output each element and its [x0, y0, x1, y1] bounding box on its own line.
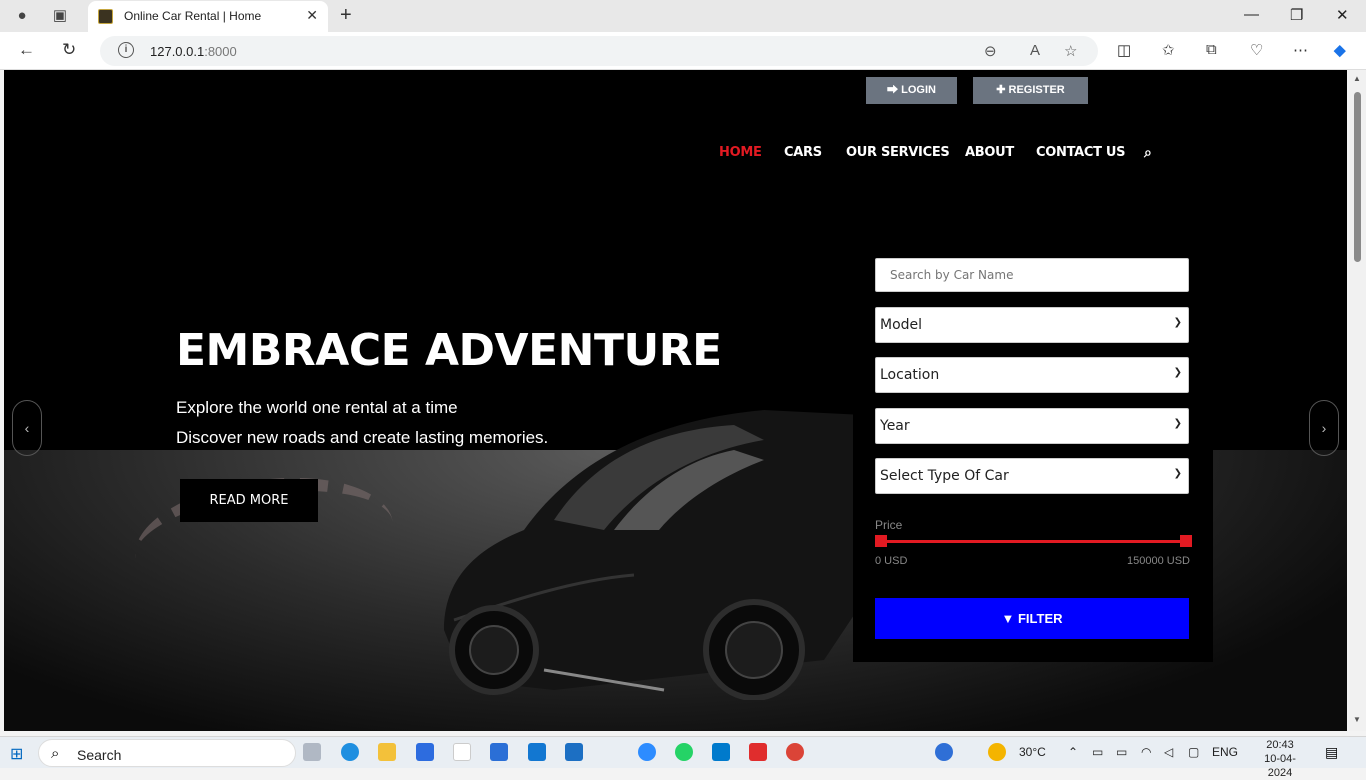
display-icon[interactable]: ▢ [1188, 745, 1199, 759]
collections-icon[interactable]: ⧉ [1206, 41, 1217, 58]
notifications-icon[interactable]: ▤ [1325, 744, 1338, 761]
volume-icon[interactable]: ◁ [1164, 745, 1173, 759]
minimize-icon[interactable]: — [1244, 6, 1259, 23]
close-tab-icon[interactable]: ✕ [306, 7, 318, 24]
windows-start-icon[interactable]: ⊞ [10, 744, 23, 764]
site-favicon-icon [98, 9, 113, 24]
chevron-up-icon[interactable]: ⌃ [1068, 745, 1078, 759]
notepad-icon[interactable] [453, 743, 471, 761]
windows-taskbar: ⊞ ⌕ Search 30°C ⌃ ▭ ▭ ◠ ◁ ▢ ENG 20:43 10… [0, 736, 1366, 779]
scrollbar-thumb[interactable] [1354, 92, 1361, 262]
dropbox-icon[interactable] [490, 743, 508, 761]
tab-title: Online Car Rental | Home [124, 9, 262, 23]
search-icon[interactable]: ⌕ [1144, 145, 1152, 161]
wifi-icon[interactable]: ◠ [1141, 745, 1151, 759]
browser-tab-bar: ● ▣ Online Car Rental | Home ✕ + — ❐ ✕ [0, 0, 1366, 32]
nav-our-services[interactable]: OUR SERVICES [846, 145, 950, 160]
help-icon[interactable] [935, 743, 953, 761]
hero-tagline-2: Discover new roads and create lasting me… [176, 428, 549, 447]
location-select[interactable]: Location ❯ [875, 357, 1189, 393]
favorite-star-icon[interactable]: ☆ [1064, 42, 1077, 60]
back-icon[interactable]: ← [18, 40, 35, 60]
filter-button[interactable]: ▼ FILTER [875, 598, 1189, 639]
login-button[interactable]: ⮕ LOGIN [866, 77, 957, 104]
zoom-app-icon[interactable] [638, 743, 656, 761]
profile-icon[interactable]: ● [12, 6, 32, 26]
new-tab-button[interactable]: + [340, 4, 352, 27]
clock-time: 20:43 [1266, 739, 1294, 751]
nav-cars[interactable]: CARS [784, 145, 822, 160]
funnel-icon: ▼ [1001, 611, 1015, 626]
clock-date: 10-04-2024 [1264, 753, 1296, 779]
store-icon[interactable] [416, 743, 434, 761]
read-more-button[interactable]: READ MORE [180, 479, 318, 522]
car-name-search-input[interactable] [875, 258, 1189, 292]
chevron-down-icon: ❯ [1173, 468, 1182, 479]
carousel-next-icon[interactable]: › [1309, 400, 1339, 456]
azure-icon[interactable] [528, 743, 546, 761]
taskbar-search[interactable]: ⌕ Search [38, 739, 296, 767]
search-icon: ⌕ [51, 745, 60, 762]
price-max-value: 150000 USD [1127, 555, 1190, 567]
scroll-up-icon[interactable]: ▲ [1353, 74, 1361, 83]
more-menu-icon[interactable]: ⋯ [1293, 41, 1308, 59]
web-page: ⮕ LOGIN ✚ REGISTER HOME CARS OUR SERVICE… [4, 70, 1347, 731]
filter-panel: Model ❯ Location ❯ Year ❯ Select Type Of Ca… [853, 235, 1213, 662]
car-type-select-value: Select Type Of Car [880, 468, 1009, 484]
file-explorer-icon[interactable] [378, 743, 396, 761]
taskbar-search-label: Search [77, 747, 122, 763]
split-screen-icon[interactable]: ◫ [1117, 41, 1131, 59]
copilot-icon[interactable]: ◆ [1334, 41, 1346, 59]
weather-icon[interactable] [988, 743, 1006, 761]
vscode-icon[interactable] [712, 743, 730, 761]
xampp-icon[interactable] [749, 743, 767, 761]
chrome-icon[interactable] [786, 743, 804, 761]
nav-contact-us[interactable]: CONTACT US [1036, 145, 1126, 160]
hero-title: EMBRACE ADVENTURE [176, 325, 722, 376]
whatsapp-icon[interactable] [675, 743, 693, 761]
favorites-icon[interactable]: ✩ [1162, 41, 1175, 59]
tab-actions-icon[interactable]: ▣ [50, 6, 70, 26]
chevron-down-icon: ❯ [1173, 317, 1182, 328]
carousel-prev-icon[interactable]: ‹ [12, 400, 42, 456]
price-min-value: 0 USD [875, 555, 908, 567]
meet-icon[interactable]: ▭ [1092, 745, 1103, 759]
hero-tagline-1: Explore the world one rental at a time [176, 398, 458, 417]
task-view-icon[interactable] [303, 743, 321, 761]
restore-icon[interactable]: ❐ [1290, 6, 1303, 24]
edge-icon[interactable] [341, 743, 359, 761]
taskbar-clock[interactable]: 20:43 10-04-2024 [1252, 738, 1308, 780]
year-select[interactable]: Year ❯ [875, 408, 1189, 444]
browser-tab[interactable]: Online Car Rental | Home ✕ [88, 1, 328, 32]
close-window-icon[interactable]: ✕ [1336, 6, 1349, 24]
address-bar[interactable]: i 127.0.0.1:8000 ⊖ A ☆ [100, 36, 1098, 66]
zoom-icon[interactable]: ⊖ [984, 42, 997, 60]
model-select-value: Model [880, 317, 923, 333]
model-select[interactable]: Model ❯ [875, 307, 1189, 343]
temperature: 30°C [1019, 745, 1046, 759]
battery-icon[interactable]: ▭ [1116, 745, 1127, 759]
mail-icon[interactable] [565, 743, 583, 761]
page-scrollbar[interactable]: ▲ ▼ [1349, 70, 1366, 731]
nav-about[interactable]: ABOUT [965, 145, 1014, 160]
price-max-handle[interactable] [1180, 535, 1192, 547]
nav-home[interactable]: HOME [719, 145, 762, 160]
register-button[interactable]: ✚ REGISTER [973, 77, 1088, 104]
browser-toolbar: ← ↻ i 127.0.0.1:8000 ⊖ A ☆ ◫ ✩ ⧉ ♡ ⋯ ◆ [0, 32, 1366, 70]
read-aloud-icon[interactable]: A [1030, 42, 1040, 59]
price-range-track[interactable] [881, 540, 1183, 543]
browser-essentials-icon[interactable]: ♡ [1250, 41, 1263, 59]
url-text: 127.0.0.1:8000 [150, 44, 237, 59]
price-min-handle[interactable] [875, 535, 887, 547]
price-label: Price [875, 518, 903, 532]
site-info-icon[interactable]: i [118, 42, 134, 58]
chevron-down-icon: ❯ [1173, 367, 1182, 378]
refresh-icon[interactable]: ↻ [62, 40, 76, 60]
car-type-select[interactable]: Select Type Of Car ❯ [875, 458, 1189, 494]
location-select-value: Location [880, 367, 940, 383]
language-indicator[interactable]: ENG [1212, 745, 1238, 759]
scroll-down-icon[interactable]: ▼ [1353, 715, 1361, 724]
chevron-down-icon: ❯ [1173, 418, 1182, 429]
year-select-value: Year [880, 418, 910, 434]
